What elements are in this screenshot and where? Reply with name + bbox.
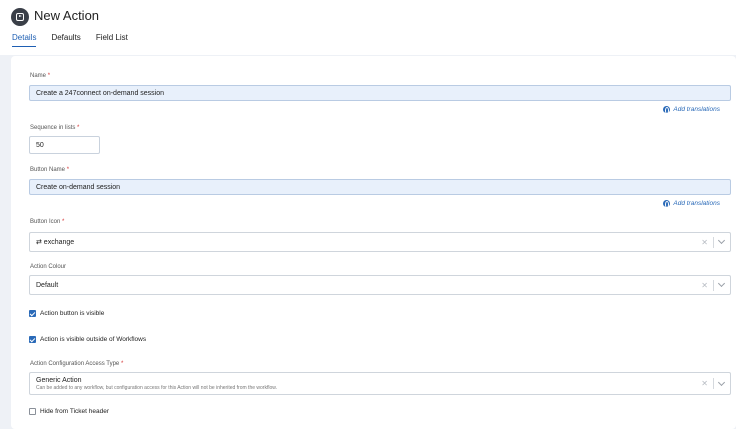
button-name-input[interactable]: Create on-demand session — [29, 179, 731, 195]
details-form-card: Name * Create a 247connect on-demand ses… — [11, 56, 736, 429]
tab-defaults[interactable]: Defaults — [51, 33, 80, 47]
tab-details[interactable]: Details — [12, 33, 37, 47]
button-name-add-translations-link[interactable]: Add translations — [663, 200, 720, 208]
access-type-label: Action Configuration Access Type * — [30, 361, 124, 367]
chevron-down-icon[interactable] — [717, 236, 726, 245]
action-visible-outside-checkbox[interactable] — [29, 336, 36, 343]
name-input[interactable]: Create a 247connect on-demand session — [29, 85, 731, 101]
tab-bar: Details Defaults Field List — [12, 33, 128, 47]
access-type-select[interactable]: Generic Action Can be added to any workf… — [29, 372, 731, 395]
sequence-label: Sequence in lists * — [30, 125, 80, 131]
clear-icon[interactable]: ✕ — [701, 379, 708, 388]
clear-icon[interactable]: ✕ — [701, 281, 708, 290]
tab-field-list[interactable]: Field List — [96, 33, 128, 47]
name-label: Name * — [30, 73, 51, 79]
button-icon-select[interactable]: ⇄ exchange ✕ — [29, 232, 731, 252]
action-button-visible-checkbox-row[interactable]: Action button is visible — [29, 310, 104, 317]
action-colour-select[interactable]: Default ✕ — [29, 275, 731, 295]
page-header: New Action Details Defaults Field List — [0, 0, 736, 55]
sequence-input[interactable]: 50 — [29, 136, 100, 154]
page-title: New Action — [34, 8, 100, 23]
action-button-visible-checkbox[interactable] — [29, 310, 36, 317]
hide-from-header-checkbox-row[interactable]: Hide from Ticket header — [29, 408, 109, 415]
button-name-label: Button Name * — [30, 167, 70, 173]
chevron-down-icon[interactable] — [717, 279, 726, 288]
action-visible-outside-checkbox-row[interactable]: Action is visible outside of Workflows — [29, 336, 146, 343]
clear-icon[interactable]: ✕ — [701, 238, 708, 247]
globe-icon — [663, 200, 671, 208]
globe-icon — [663, 106, 671, 114]
action-colour-label: Action Colour — [30, 264, 67, 270]
chevron-down-icon[interactable] — [717, 378, 726, 386]
action-play-icon — [11, 8, 29, 26]
name-add-translations-link[interactable]: Add translations — [663, 106, 720, 114]
hide-from-header-checkbox[interactable] — [29, 408, 36, 415]
button-icon-label: Button Icon * — [30, 219, 65, 225]
